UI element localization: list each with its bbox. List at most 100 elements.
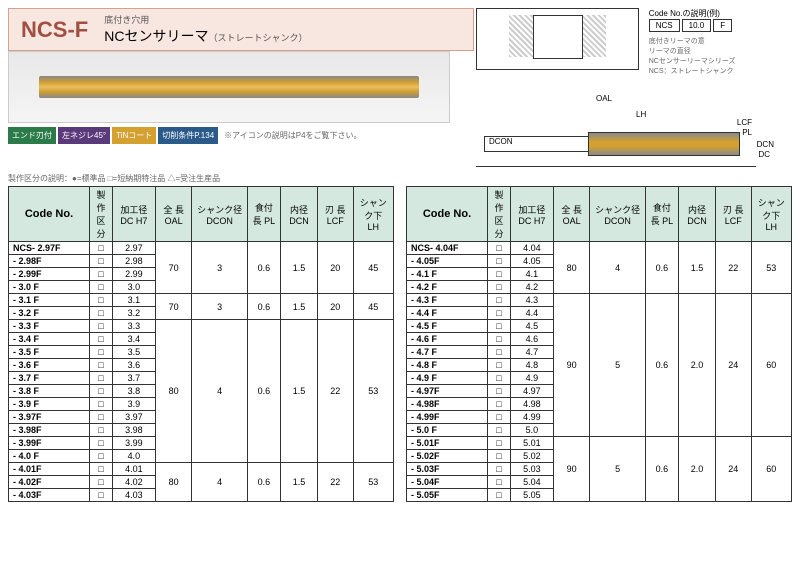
cell-oal: 80 — [155, 320, 192, 463]
cell-code: - 4.8 F — [407, 359, 488, 372]
cell-lh: 53 — [751, 242, 791, 294]
cell-lh: 60 — [751, 437, 791, 502]
cell-code: - 5.03F — [407, 463, 488, 476]
cell-dc: 5.0 — [511, 424, 554, 437]
cell-mark: □ — [90, 281, 113, 294]
col-pl: 食付長 PL — [247, 187, 280, 242]
cell-dc: 2.99 — [113, 268, 156, 281]
cell-dc: 4.9 — [511, 372, 554, 385]
cell-code: - 3.4 F — [9, 333, 90, 346]
cell-code: - 3.99F — [9, 437, 90, 450]
cell-dc: 4.01 — [113, 463, 156, 476]
cell-mark: □ — [488, 372, 511, 385]
cell-code: - 3.9 F — [9, 398, 90, 411]
cell-dc: 3.1 — [113, 294, 156, 307]
cell-mark: □ — [488, 424, 511, 437]
cell-pl: 0.6 — [645, 242, 678, 294]
cell-dc: 4.0 — [113, 450, 156, 463]
cell-oal: 70 — [155, 242, 192, 294]
cell-mark: □ — [488, 476, 511, 489]
spec-table-1: Code No. 製作区分 加工径 DC H7 全 長 OAL シャンク径 DC… — [8, 186, 394, 502]
cell-code: - 4.1 F — [407, 268, 488, 281]
col-dcn: 内径 DCN — [678, 187, 715, 242]
cell-code: - 4.05F — [407, 255, 488, 268]
cell-dcon: 3 — [192, 294, 247, 320]
table-row: - 4.01F □ 4.0180 4 0.6 1.5 22 53 — [9, 463, 394, 476]
cell-pl: 0.6 — [247, 242, 280, 294]
col-code: Code No. — [407, 187, 488, 242]
cell-code: - 4.98F — [407, 398, 488, 411]
cell-mark: □ — [488, 242, 511, 255]
col-seizo: 製作区分 — [90, 187, 113, 242]
cell-lcf: 22 — [716, 242, 752, 294]
badge-tin: TiNコート — [112, 127, 156, 144]
cell-dc: 5.02 — [511, 450, 554, 463]
cell-mark: □ — [90, 424, 113, 437]
table-row: NCS- 4.04F □ 4.0480 4 0.6 1.5 22 53 — [407, 242, 792, 255]
table-row: NCS- 2.97F □ 2.9770 3 0.6 1.5 20 45 — [9, 242, 394, 255]
cell-dcon: 4 — [192, 320, 247, 463]
cell-mark: □ — [488, 307, 511, 320]
cell-dcn: 2.0 — [678, 294, 715, 437]
cell-code: - 5.0 F — [407, 424, 488, 437]
cell-dcn: 1.5 — [280, 294, 317, 320]
table-row: - 3.1 F □ 3.170 3 0.6 1.5 20 45 — [9, 294, 394, 307]
cell-dc: 3.99 — [113, 437, 156, 450]
cross-section-diagram — [476, 8, 639, 70]
col-lh: シャンク下 LH — [353, 187, 393, 242]
cell-lcf: 20 — [318, 294, 354, 320]
cell-oal: 70 — [155, 294, 192, 320]
cell-code: - 4.03F — [9, 489, 90, 502]
badge-note: ※アイコンの説明はP4をご覧下さい。 — [224, 130, 361, 141]
cell-mark: □ — [488, 411, 511, 424]
cell-dcn: 1.5 — [280, 242, 317, 294]
cell-mark: □ — [90, 307, 113, 320]
cell-pl: 0.6 — [247, 320, 280, 463]
cell-lh: 53 — [353, 320, 393, 463]
cell-dc: 3.2 — [113, 307, 156, 320]
cell-mark: □ — [488, 359, 511, 372]
title-block: NCS-F 底付き穴用 NCセンサリーマ（ストレートシャンク） — [8, 8, 474, 51]
col-oal: 全 長 OAL — [155, 187, 192, 242]
cell-mark: □ — [488, 281, 511, 294]
cell-dcn: 2.0 — [678, 437, 715, 502]
cell-code: - 4.0 F — [9, 450, 90, 463]
cell-mark: □ — [488, 398, 511, 411]
col-dc: 加工径 DC H7 — [113, 187, 156, 242]
cell-mark: □ — [488, 385, 511, 398]
cell-oal: 80 — [155, 463, 192, 502]
cell-code: - 5.05F — [407, 489, 488, 502]
cell-code: - 4.3 F — [407, 294, 488, 307]
cell-dc: 5.01 — [511, 437, 554, 450]
cell-code: - 3.3 F — [9, 320, 90, 333]
cell-mark: □ — [488, 437, 511, 450]
cell-mark: □ — [90, 372, 113, 385]
cell-code: - 4.01F — [9, 463, 90, 476]
col-dc: 加工径 DC H7 — [511, 187, 554, 242]
cell-lh: 45 — [353, 242, 393, 294]
cell-pl: 0.6 — [645, 437, 678, 502]
cell-dcon: 4 — [192, 463, 247, 502]
cell-mark: □ — [90, 398, 113, 411]
cell-lh: 45 — [353, 294, 393, 320]
cell-code: - 2.99F — [9, 268, 90, 281]
cell-pl: 0.6 — [247, 463, 280, 502]
cell-mark: □ — [90, 294, 113, 307]
cell-oal: 90 — [553, 294, 590, 437]
cell-lcf: 20 — [318, 242, 354, 294]
cell-mark: □ — [488, 346, 511, 359]
cell-mark: □ — [90, 359, 113, 372]
cell-mark: □ — [488, 255, 511, 268]
cell-dc: 4.3 — [511, 294, 554, 307]
cell-dc: 4.03 — [113, 489, 156, 502]
spec-table-2: Code No. 製作区分 加工径 DC H7 全 長 OAL シャンク径 DC… — [406, 186, 792, 502]
cell-pl: 0.6 — [645, 294, 678, 437]
badge-helix: 左ネジレ45° — [58, 127, 110, 144]
cell-mark: □ — [90, 411, 113, 424]
cell-dcon: 3 — [192, 242, 247, 294]
cell-dcon: 4 — [590, 242, 645, 294]
cell-dc: 5.04 — [511, 476, 554, 489]
cell-oal: 80 — [553, 242, 590, 294]
cell-mark: □ — [488, 294, 511, 307]
cell-dc: 3.5 — [113, 346, 156, 359]
